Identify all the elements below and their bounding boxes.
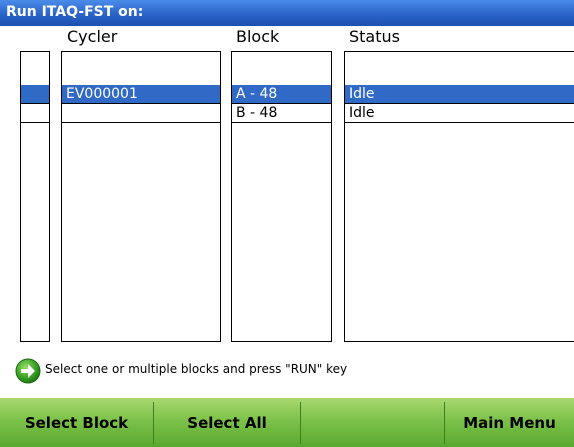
status-cell[interactable]: Idle — [345, 104, 574, 123]
softkey-bar: Select Block Select All Main Menu — [0, 398, 574, 447]
page-title: Run ITAQ-FST on: — [6, 4, 144, 20]
select-all-button[interactable]: Select All — [154, 398, 300, 447]
row-selector-2[interactable] — [21, 104, 49, 123]
block-column: A - 48 B - 48 — [231, 51, 332, 342]
status-column: Idle Idle — [344, 51, 574, 342]
green-arrow-right-icon — [15, 358, 41, 384]
main-menu-button[interactable]: Main Menu — [445, 398, 574, 447]
column-header-status: Status — [349, 27, 400, 46]
row-selector-1[interactable] — [21, 85, 49, 104]
cycler-cell[interactable]: EV000001 — [62, 85, 220, 104]
column-header-cycler: Cycler — [67, 27, 118, 46]
row-selector-column[interactable] — [20, 51, 50, 342]
column-header-block: Block — [236, 27, 280, 46]
title-bar: Run ITAQ-FST on: — [0, 0, 574, 26]
hint-text: Select one or multiple blocks and press … — [45, 362, 348, 376]
cycler-column: EV000001 — [61, 51, 221, 342]
empty-softkey[interactable] — [301, 398, 444, 447]
cycler-cell[interactable] — [62, 104, 220, 123]
block-cell[interactable]: B - 48 — [232, 104, 331, 123]
select-block-button[interactable]: Select Block — [0, 398, 153, 447]
block-cell[interactable]: A - 48 — [232, 85, 331, 104]
status-cell[interactable]: Idle — [345, 85, 574, 104]
